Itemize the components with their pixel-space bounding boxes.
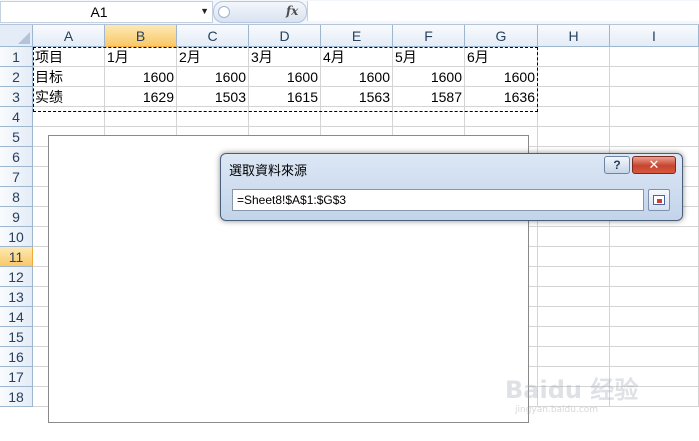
row-header-12[interactable]: 12 (0, 267, 33, 287)
row-header-8[interactable]: 8 (0, 187, 33, 207)
column-header-f[interactable]: F (393, 25, 465, 47)
expand-dialog-button[interactable] (648, 189, 670, 211)
cell-h5[interactable] (538, 127, 610, 147)
select-all-icon (18, 32, 30, 44)
watermark-url: jingyan.baidu.com (515, 405, 599, 415)
expand-dialog-icon (653, 195, 665, 205)
cell-i3[interactable] (610, 87, 699, 107)
help-button[interactable]: ? (604, 156, 630, 174)
cell-i5[interactable] (610, 127, 699, 147)
cell-c3[interactable]: 1503 (177, 87, 249, 107)
cell-d2[interactable]: 1600 (249, 67, 321, 87)
cell-a4[interactable] (33, 107, 105, 127)
cell-h2[interactable] (538, 67, 610, 87)
cell-a1[interactable]: 项目 (33, 47, 105, 67)
column-header-a[interactable]: A (33, 25, 105, 47)
cell-e4[interactable] (321, 107, 393, 127)
row-header-17[interactable]: 17 (0, 367, 33, 387)
cell-h1[interactable] (538, 47, 610, 67)
cell-d1[interactable]: 3月 (249, 47, 321, 67)
cell-e3[interactable]: 1563 (321, 87, 393, 107)
row-header-2[interactable]: 2 (0, 67, 33, 87)
cell-d3[interactable]: 1615 (249, 87, 321, 107)
cell-h10[interactable] (538, 227, 610, 247)
cell-i15[interactable] (610, 327, 699, 347)
row-header-14[interactable]: 14 (0, 307, 33, 327)
cell-d4[interactable] (249, 107, 321, 127)
cell-i11[interactable] (610, 247, 699, 267)
cell-b2[interactable]: 1600 (105, 67, 177, 87)
cell-h13[interactable] (538, 287, 610, 307)
cell-h16[interactable] (538, 347, 610, 367)
cell-f4[interactable] (393, 107, 465, 127)
cell-g4[interactable] (465, 107, 538, 127)
cell-g1[interactable]: 6月 (465, 47, 538, 67)
cell-h4[interactable] (538, 107, 610, 127)
row-header-5[interactable]: 5 (0, 127, 33, 147)
cell-i12[interactable] (610, 267, 699, 287)
row-header-15[interactable]: 15 (0, 327, 33, 347)
resize-handle-icon[interactable] (218, 6, 230, 18)
data-range-input[interactable]: =Sheet8!$A$1:$G$3 (232, 189, 644, 211)
cell-e1[interactable]: 4月 (321, 47, 393, 67)
cell-h14[interactable] (538, 307, 610, 327)
cell-g2[interactable]: 1600 (465, 67, 538, 87)
cell-i13[interactable] (610, 287, 699, 307)
column-header-i[interactable]: I (610, 25, 699, 47)
cell-f2[interactable]: 1600 (393, 67, 465, 87)
column-header-e[interactable]: E (321, 25, 393, 47)
cell-b3[interactable]: 1629 (105, 87, 177, 107)
row-header-1[interactable]: 1 (0, 47, 33, 67)
cell-a3[interactable]: 实绩 (33, 87, 105, 107)
dialog-title: 選取資料來源 (229, 163, 308, 178)
column-header-g[interactable]: G (465, 25, 538, 47)
formula-controls: fx (213, 1, 307, 23)
chevron-down-icon[interactable]: ▼ (200, 6, 209, 16)
cell-h15[interactable] (538, 327, 610, 347)
select-all-button[interactable] (0, 25, 33, 47)
cell-i4[interactable] (610, 107, 699, 127)
close-button[interactable]: ✕ (632, 156, 676, 174)
row-header-7[interactable]: 7 (0, 167, 33, 187)
cell-b1[interactable]: 1月 (105, 47, 177, 67)
row-header-13[interactable]: 13 (0, 287, 33, 307)
cell-h3[interactable] (538, 87, 610, 107)
watermark-text: Baidu 经验 (505, 376, 639, 404)
cell-h11[interactable] (538, 247, 610, 267)
formula-input[interactable] (307, 1, 699, 21)
cell-i2[interactable] (610, 67, 699, 87)
cell-h12[interactable] (538, 267, 610, 287)
name-box-value: A1 (90, 4, 108, 20)
cell-c1[interactable]: 2月 (177, 47, 249, 67)
column-header-b[interactable]: B (105, 25, 177, 47)
cell-f1[interactable]: 5月 (393, 47, 465, 67)
cell-a2[interactable]: 目标 (33, 67, 105, 87)
formula-bar: A1 ▼ fx (0, 0, 699, 25)
row-header-16[interactable]: 16 (0, 347, 33, 367)
cell-f3[interactable]: 1587 (393, 87, 465, 107)
row-header-10[interactable]: 10 (0, 227, 33, 247)
column-header-c[interactable]: C (177, 25, 249, 47)
row-header-11[interactable]: 11 (0, 247, 33, 267)
row-header-6[interactable]: 6 (0, 147, 33, 167)
select-data-source-dialog: 選取資料來源 ? ✕ =Sheet8!$A$1:$G$3 (220, 153, 683, 221)
row-header-3[interactable]: 3 (0, 87, 33, 107)
cell-c2[interactable]: 1600 (177, 67, 249, 87)
column-header-h[interactable]: H (538, 25, 610, 47)
cell-g3[interactable]: 1636 (465, 87, 538, 107)
column-header-d[interactable]: D (249, 25, 321, 47)
cell-c4[interactable] (177, 107, 249, 127)
cell-e2[interactable]: 1600 (321, 67, 393, 87)
cell-b4[interactable] (105, 107, 177, 127)
cell-i16[interactable] (610, 347, 699, 367)
watermark-logo: Baidu 经验 jingyan.baidu.com (505, 370, 638, 415)
cell-i1[interactable] (610, 47, 699, 67)
cell-i10[interactable] (610, 227, 699, 247)
row-header-4[interactable]: 4 (0, 107, 33, 127)
row-header-9[interactable]: 9 (0, 207, 33, 227)
cell-i14[interactable] (610, 307, 699, 327)
row-header-18[interactable]: 18 (0, 387, 33, 407)
name-box[interactable]: A1 ▼ (0, 1, 213, 23)
insert-function-button[interactable]: fx (286, 4, 298, 18)
